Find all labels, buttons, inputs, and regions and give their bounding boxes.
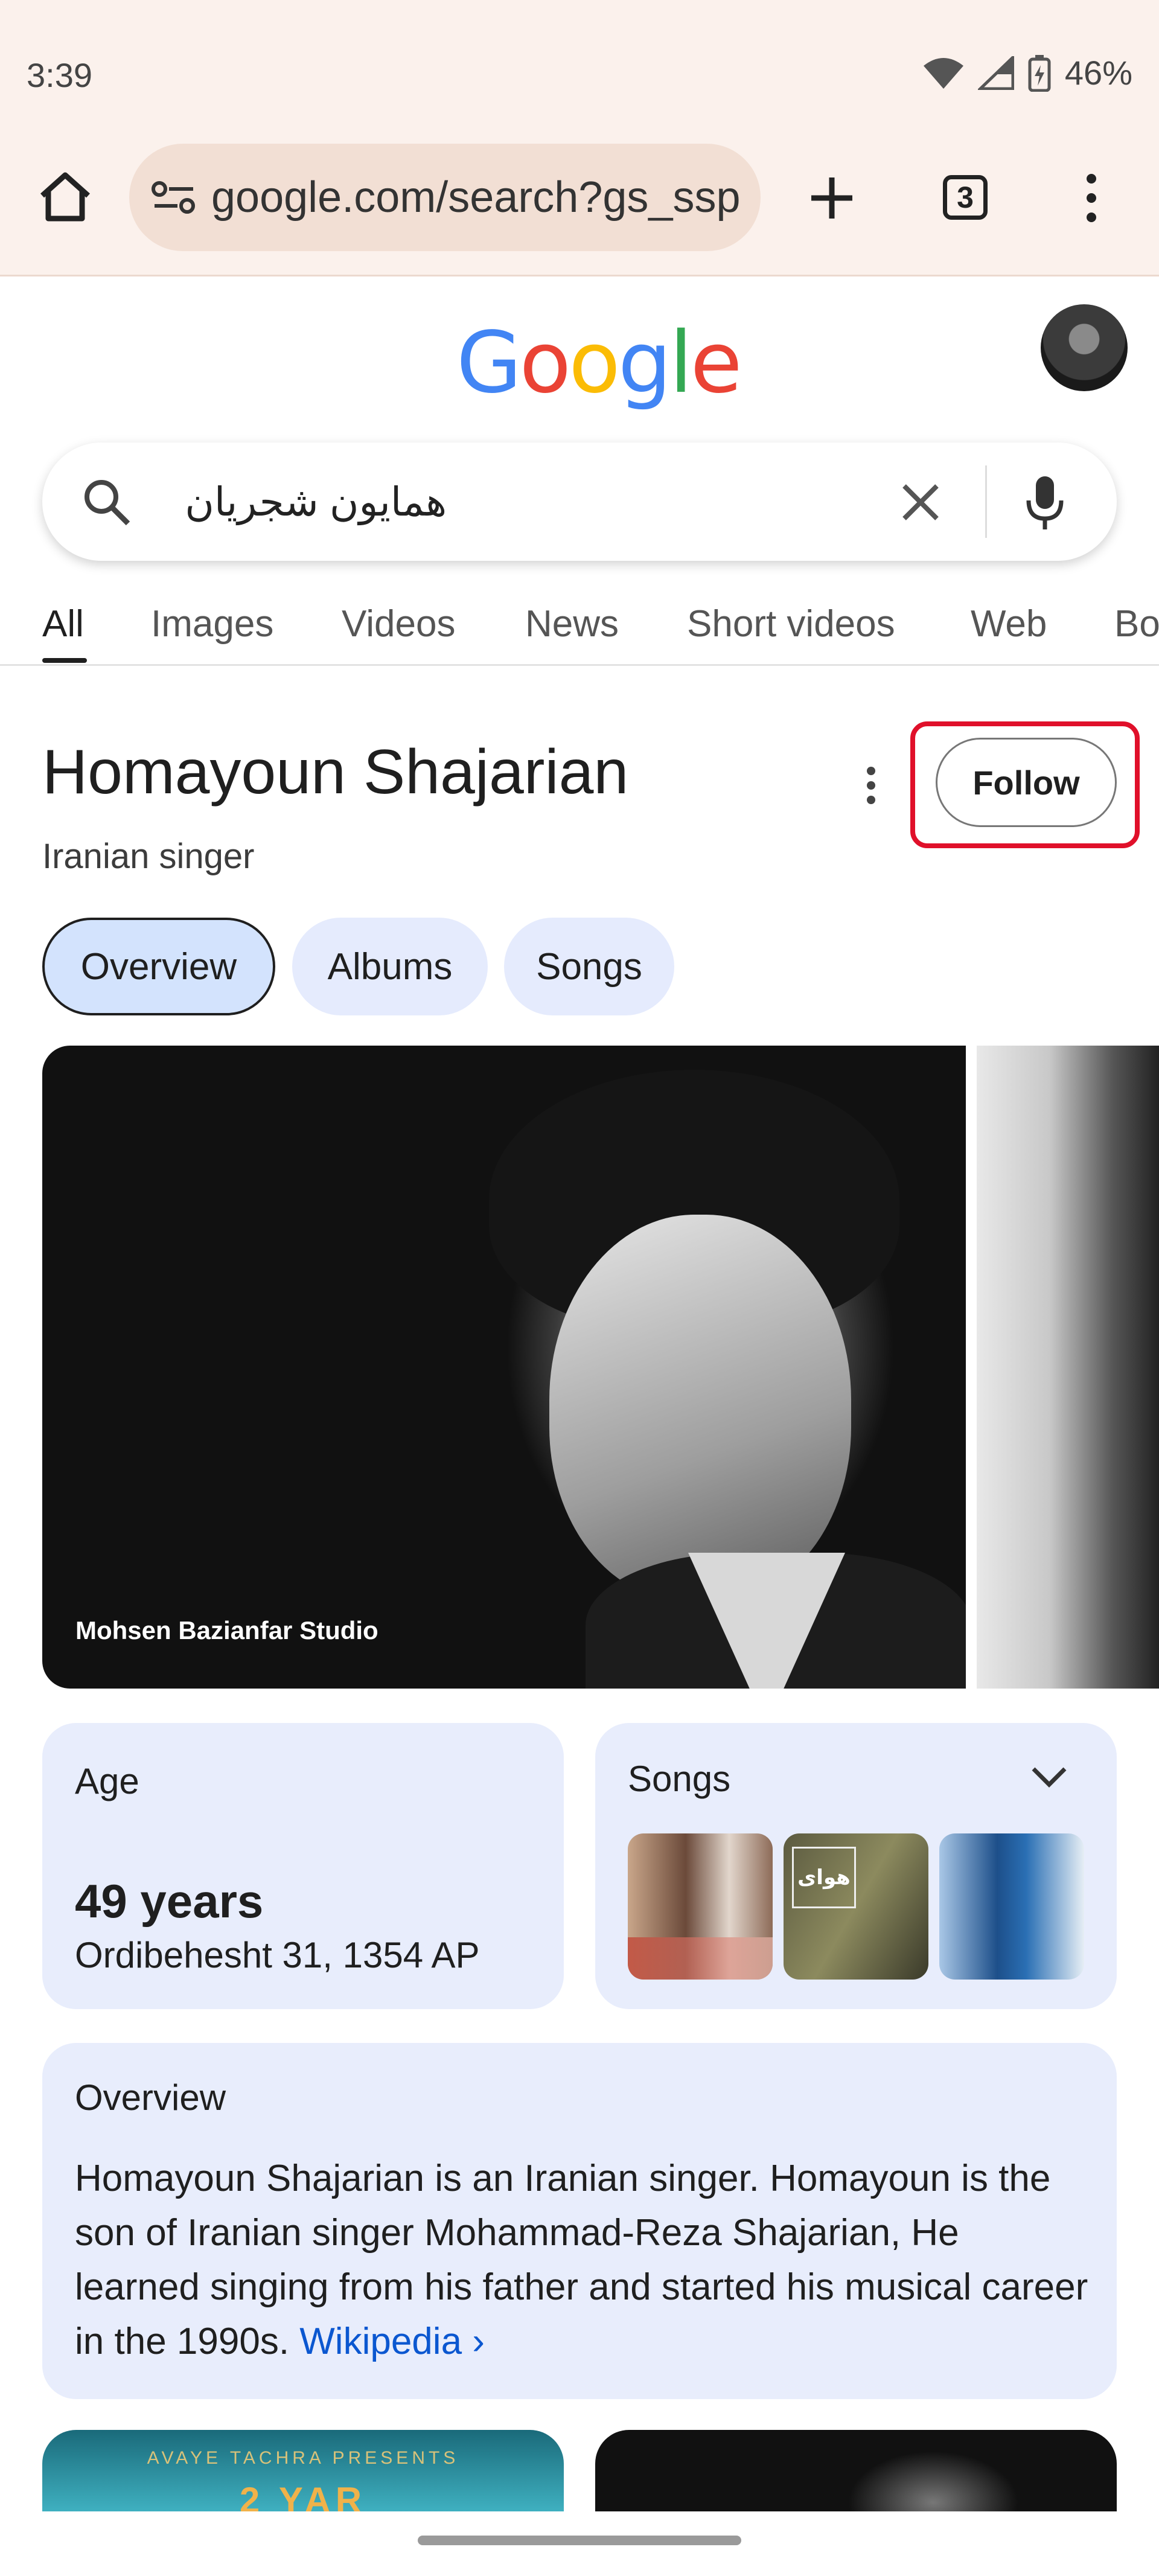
tab-count: 3: [943, 175, 988, 220]
new-tab-icon[interactable]: [808, 174, 856, 222]
account-avatar[interactable]: [1041, 304, 1128, 391]
tab-all[interactable]: All: [42, 602, 84, 645]
tab-short-videos[interactable]: Short videos: [687, 602, 895, 645]
overview-card: Overview Homayoun Shajarian is an Irania…: [42, 2043, 1117, 2399]
search-divider: [985, 465, 987, 538]
wikipedia-link[interactable]: Wikipedia ›: [299, 2321, 485, 2362]
home-gesture-handle[interactable]: [418, 2536, 741, 2545]
songs-label: Songs: [628, 1759, 731, 1799]
tab-books[interactable]: Bo: [1114, 602, 1159, 645]
search-tabs: All Images Videos News Short videos Web …: [0, 592, 1159, 666]
entity-title: Homayoun Shajarian: [42, 737, 629, 807]
microphone-icon[interactable]: [1024, 474, 1066, 532]
song-thumbnail-2[interactable]: هوای: [784, 1833, 928, 1980]
tab-images[interactable]: Images: [151, 602, 273, 645]
tab-switcher-button[interactable]: 3: [943, 175, 988, 220]
home-icon[interactable]: [37, 170, 93, 223]
chip-albums[interactable]: Albums: [292, 918, 488, 1015]
entity-photo-main[interactable]: Mohsen Bazianfar Studio: [42, 1046, 966, 1689]
active-tab-indicator: [42, 658, 87, 663]
overview-description: Homayoun Shajarian is an Iranian singer.…: [75, 2152, 1089, 2369]
tab-news[interactable]: News: [525, 602, 619, 645]
chevron-down-icon[interactable]: [1030, 1765, 1068, 1789]
age-value: 49 years: [75, 1874, 264, 1928]
related-card-left-text-2: 2 YAR: [239, 2480, 367, 2511]
more-options-icon[interactable]: [1087, 174, 1096, 222]
related-card-left-text-1: AVAYE TACHRA PRESENTS: [147, 2448, 459, 2468]
wifi-icon: [923, 57, 963, 89]
signal-icon: [977, 56, 1014, 90]
search-icon: [85, 480, 130, 526]
status-icons: 46%: [922, 53, 1132, 92]
chip-songs[interactable]: Songs: [504, 918, 674, 1015]
photo-caption: Mohsen Bazianfar Studio: [75, 1616, 378, 1644]
tab-web[interactable]: Web: [971, 602, 1047, 645]
chip-overview[interactable]: Overview: [42, 918, 275, 1015]
status-time: 3:39: [27, 56, 92, 94]
battery-percent: 46%: [1064, 54, 1132, 92]
search-input[interactable]: همایون شجریان: [169, 443, 447, 561]
age-label: Age: [75, 1761, 139, 1801]
birth-date: Ordibehesht 31, 1354 AP: [75, 1935, 480, 1975]
songs-card[interactable]: Songs هوای: [595, 1723, 1117, 2009]
entity-subtitle: Iranian singer: [42, 837, 255, 876]
entity-photo-secondary[interactable]: [977, 1046, 1159, 1689]
url-text[interactable]: google.com/search?gs_ssp: [211, 173, 742, 222]
song-thumbnail-2-title: هوای: [792, 1847, 856, 1908]
related-card-right[interactable]: [595, 2430, 1117, 2511]
url-bar[interactable]: google.com/search?gs_ssp: [129, 144, 761, 251]
entity-more-icon[interactable]: [867, 767, 876, 810]
clear-icon[interactable]: [899, 481, 942, 523]
overview-text: Homayoun Shajarian is an Iranian singer.…: [75, 2158, 1088, 2362]
related-card-left[interactable]: AVAYE TACHRA PRESENTS 2 YAR: [42, 2430, 564, 2511]
site-settings-icon[interactable]: [151, 179, 197, 216]
song-thumbnail-1[interactable]: [628, 1833, 773, 1980]
battery-icon: [1028, 54, 1051, 92]
tab-videos[interactable]: Videos: [342, 602, 455, 645]
google-logo[interactable]: Google: [456, 314, 742, 412]
follow-button[interactable]: Follow: [936, 738, 1117, 827]
song-thumbnail-3[interactable]: [939, 1833, 1084, 1980]
age-card[interactable]: Age 49 years Ordibehesht 31, 1354 AP: [42, 1723, 564, 2009]
overview-label: Overview: [75, 2077, 226, 2118]
search-box[interactable]: همایون شجریان: [42, 443, 1117, 561]
